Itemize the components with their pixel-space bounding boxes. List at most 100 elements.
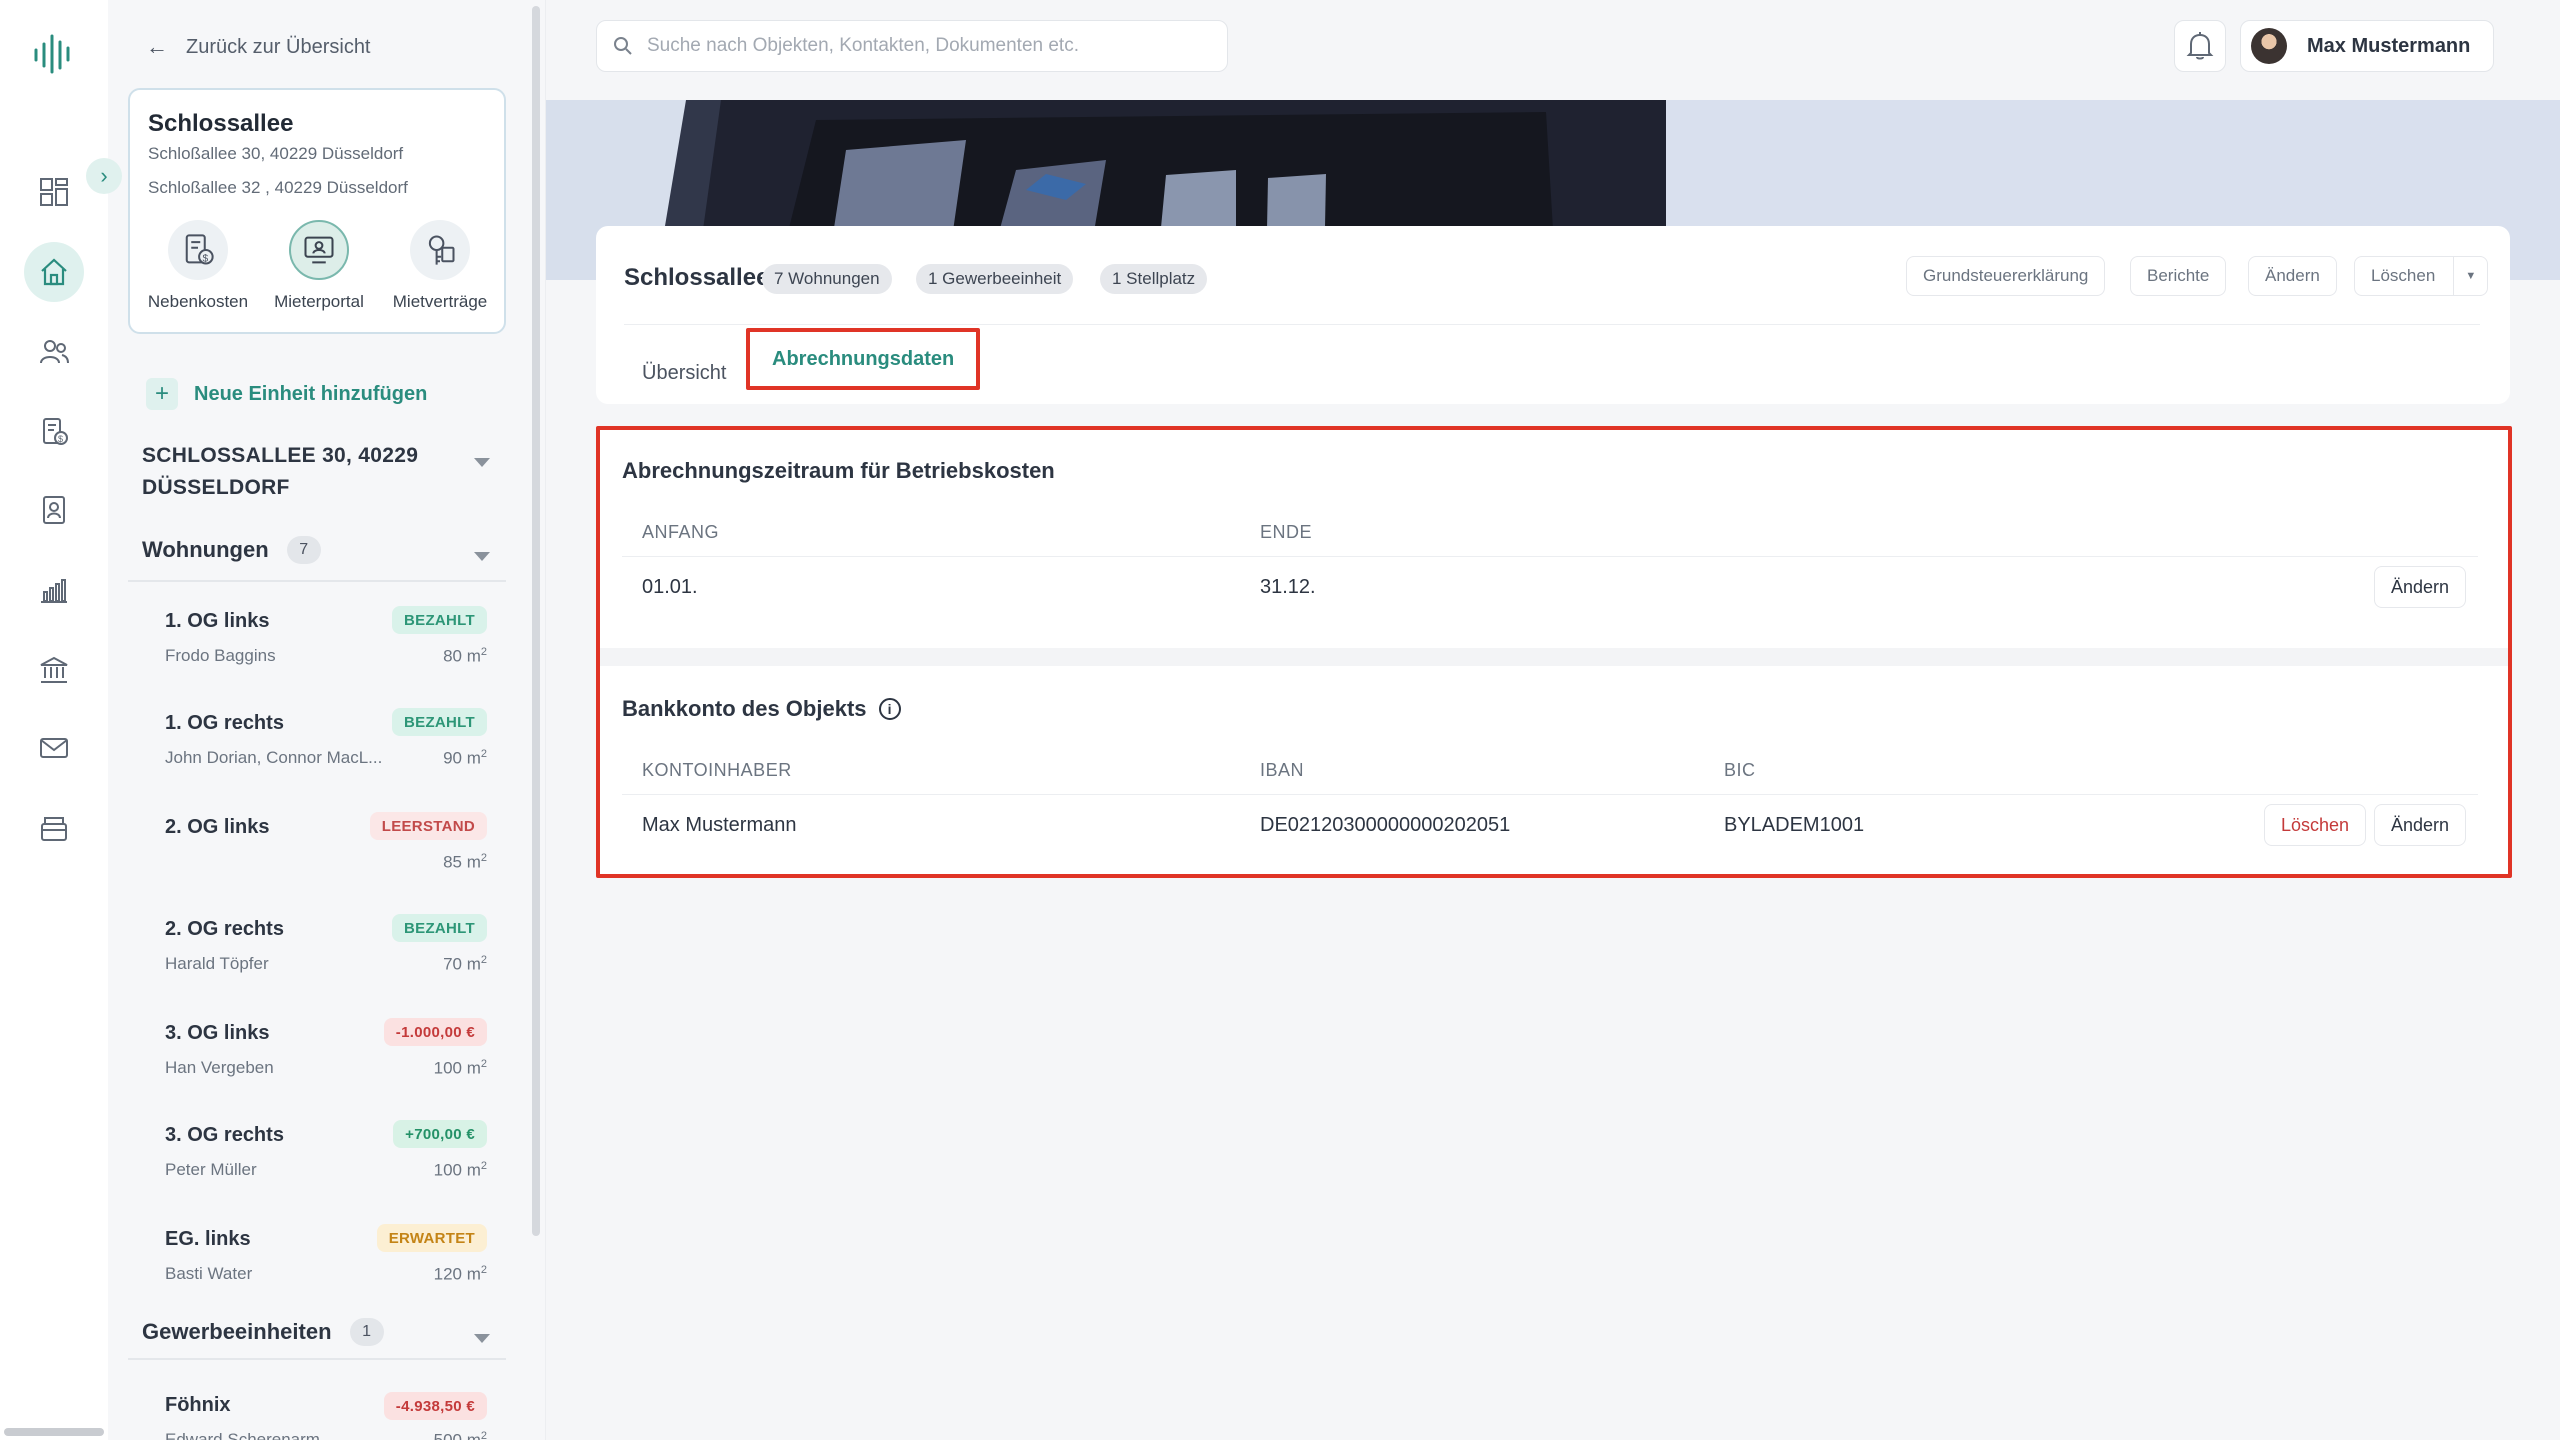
page-title: Schlossallee bbox=[624, 264, 770, 291]
unit-name: 3. OG links bbox=[165, 1022, 270, 1044]
panel-scrollbar[interactable] bbox=[532, 6, 540, 1236]
billing-icon[interactable]: $ bbox=[24, 402, 84, 462]
bank-account-label: Bankkonto des Objekts bbox=[622, 696, 867, 721]
bank-icon[interactable] bbox=[24, 640, 84, 700]
reports-button[interactable]: Berichte bbox=[2130, 256, 2227, 296]
tab-billing-data[interactable]: Abrechnungsdaten bbox=[746, 328, 981, 390]
period-end: 31.12. bbox=[1260, 576, 1316, 598]
unit-item[interactable]: 3. OG links -1.000,00 € Han Vergeben 100… bbox=[165, 1018, 487, 1102]
delete-label: Löschen bbox=[2371, 266, 2436, 285]
object-address-2: Schloßallee 32 , 40229 Düsseldorf bbox=[148, 178, 408, 197]
mail-icon[interactable] bbox=[24, 718, 84, 778]
commercial-heading[interactable]: Gewerbeeinheiten 1 bbox=[142, 1318, 384, 1346]
row-divider bbox=[622, 794, 2478, 795]
unit-tenant: John Dorian, Connor MacL... bbox=[165, 748, 383, 767]
dashboard-icon[interactable] bbox=[24, 162, 84, 222]
bell-icon bbox=[2186, 32, 2214, 60]
unit-item[interactable]: 3. OG rechts +700,00 € Peter Müller 100 … bbox=[165, 1120, 487, 1204]
chevron-down-icon[interactable]: ▼ bbox=[2453, 257, 2487, 295]
arrow-left-icon: ← bbox=[146, 34, 168, 59]
search-input[interactable] bbox=[647, 35, 1207, 57]
unit-size: 70 m2 bbox=[443, 954, 487, 974]
contacts-icon[interactable] bbox=[24, 322, 84, 382]
nebenkosten-button[interactable]: $ Nebenkosten bbox=[142, 220, 254, 312]
bank-account-title: Bankkonto des Objekts i bbox=[622, 696, 901, 722]
unit-item[interactable]: 1. OG rechts BEZAHLT John Dorian, Connor… bbox=[165, 708, 487, 792]
col-holder: KONTOINHABER bbox=[642, 760, 792, 780]
info-icon[interactable]: i bbox=[878, 698, 901, 720]
search-bar[interactable] bbox=[596, 20, 1228, 72]
unit-size: 120 m2 bbox=[433, 1264, 487, 1284]
unit-item[interactable]: Föhnix -4.938,50 € Edward Scherenarm 500… bbox=[165, 1392, 487, 1440]
chip-apartments: 7 Wohnungen bbox=[762, 264, 892, 294]
unit-name: Föhnix bbox=[165, 1394, 231, 1416]
status-badge: BEZAHLT bbox=[392, 708, 487, 736]
col-start: ANFANG bbox=[642, 522, 720, 542]
unit-tenant: Basti Water bbox=[165, 1264, 253, 1283]
home-icon[interactable] bbox=[24, 242, 84, 302]
divider bbox=[128, 1358, 506, 1360]
delete-account-button[interactable]: Löschen bbox=[2264, 804, 2367, 846]
billing-data-panel: Abrechnungszeitraum für Betriebskosten A… bbox=[596, 426, 2512, 878]
status-badge: BEZAHLT bbox=[392, 606, 487, 634]
svg-text:$: $ bbox=[203, 253, 209, 264]
edit-account-button[interactable]: Ändern bbox=[2374, 804, 2467, 846]
divider bbox=[128, 580, 506, 582]
edit-button[interactable]: Ändern bbox=[2248, 256, 2337, 296]
contract-icon bbox=[410, 220, 470, 280]
account-holder: Max Mustermann bbox=[642, 814, 797, 836]
apartments-heading[interactable]: Wohnungen 7 bbox=[142, 536, 321, 564]
unit-item[interactable]: 2. OG rechts BEZAHLT Harald Töpfer 70 m2 bbox=[165, 914, 487, 998]
period-start: 01.01. bbox=[642, 576, 698, 598]
commercial-label: Gewerbeeinheiten bbox=[142, 1319, 332, 1344]
address-group-heading[interactable]: SCHLOSSALLEE 30, 40229 DÜSSELDORF bbox=[142, 440, 482, 504]
chevron-down-icon[interactable] bbox=[474, 1334, 490, 1343]
status-badge: ERWARTET bbox=[376, 1224, 487, 1252]
commercial-count: 1 bbox=[349, 1318, 384, 1346]
tenant-file-icon[interactable] bbox=[24, 480, 84, 540]
apartments-count: 7 bbox=[286, 536, 321, 564]
col-iban: IBAN bbox=[1260, 760, 1305, 780]
unit-item[interactable]: 2. OG links LEERSTAND 85 m2 bbox=[165, 812, 487, 896]
unit-tenant: Han Vergeben bbox=[165, 1058, 274, 1077]
billing-period-title: Abrechnungszeitraum für Betriebskosten bbox=[622, 458, 1055, 483]
mietvertraege-button[interactable]: Mietverträge bbox=[384, 220, 496, 312]
add-unit-button[interactable]: + Neue Einheit hinzufügen bbox=[146, 378, 427, 410]
chevron-down-icon[interactable] bbox=[474, 458, 490, 467]
chart-icon[interactable] bbox=[24, 560, 84, 620]
logo-icon[interactable] bbox=[32, 34, 76, 74]
unit-name: EG. links bbox=[165, 1228, 251, 1250]
add-unit-label: Neue Einheit hinzufügen bbox=[194, 382, 428, 405]
back-link[interactable]: ← Zurück zur Übersicht bbox=[146, 34, 371, 60]
unit-item[interactable]: EG. links ERWARTET Basti Water 120 m2 bbox=[165, 1224, 487, 1308]
notifications-button[interactable] bbox=[2174, 20, 2226, 72]
horizontal-scrollbar[interactable] bbox=[4, 1428, 104, 1436]
user-menu[interactable]: Max Mustermann bbox=[2240, 20, 2494, 72]
chevron-down-icon[interactable] bbox=[474, 552, 490, 561]
plus-icon: + bbox=[146, 378, 178, 410]
delete-button[interactable]: Löschen ▼ bbox=[2354, 256, 2489, 296]
nebenkosten-label: Nebenkosten bbox=[147, 292, 249, 311]
edit-period-button[interactable]: Ändern bbox=[2374, 566, 2467, 608]
object-header-card: Schlossallee 7 Wohnungen 1 Gewerbeeinhei… bbox=[596, 226, 2510, 404]
tax-declaration-button[interactable]: Grundsteuererklärung bbox=[1906, 256, 2106, 296]
tab-overview[interactable]: Übersicht bbox=[642, 344, 726, 402]
unit-name: 1. OG links bbox=[165, 610, 270, 632]
user-name: Max Mustermann bbox=[2307, 34, 2471, 57]
chip-commercial: 1 Gewerbeeinheit bbox=[916, 264, 1074, 294]
mieterportal-label: Mieterportal bbox=[274, 292, 364, 311]
status-badge: LEERSTAND bbox=[369, 812, 487, 840]
unit-tenant: Peter Müller bbox=[165, 1160, 257, 1179]
unit-tenant: Frodo Baggins bbox=[165, 646, 276, 665]
status-badge: -4.938,50 € bbox=[383, 1392, 487, 1420]
object-actions: $ Nebenkosten Mieterportal Mietverträge bbox=[142, 220, 496, 312]
archive-icon[interactable] bbox=[24, 798, 84, 858]
status-badge: +700,00 € bbox=[393, 1120, 487, 1148]
col-bic: BIC bbox=[1724, 760, 1756, 780]
object-card[interactable]: Schlossallee Schloßallee 30, 40229 Düsse… bbox=[128, 88, 506, 334]
mieterportal-button[interactable]: Mieterportal bbox=[263, 220, 375, 312]
status-badge: -1.000,00 € bbox=[383, 1018, 487, 1046]
unit-item[interactable]: 1. OG links BEZAHLT Frodo Baggins 80 m2 bbox=[165, 606, 487, 690]
chevron-right-icon[interactable]: › bbox=[86, 158, 122, 194]
divider bbox=[624, 324, 2480, 325]
